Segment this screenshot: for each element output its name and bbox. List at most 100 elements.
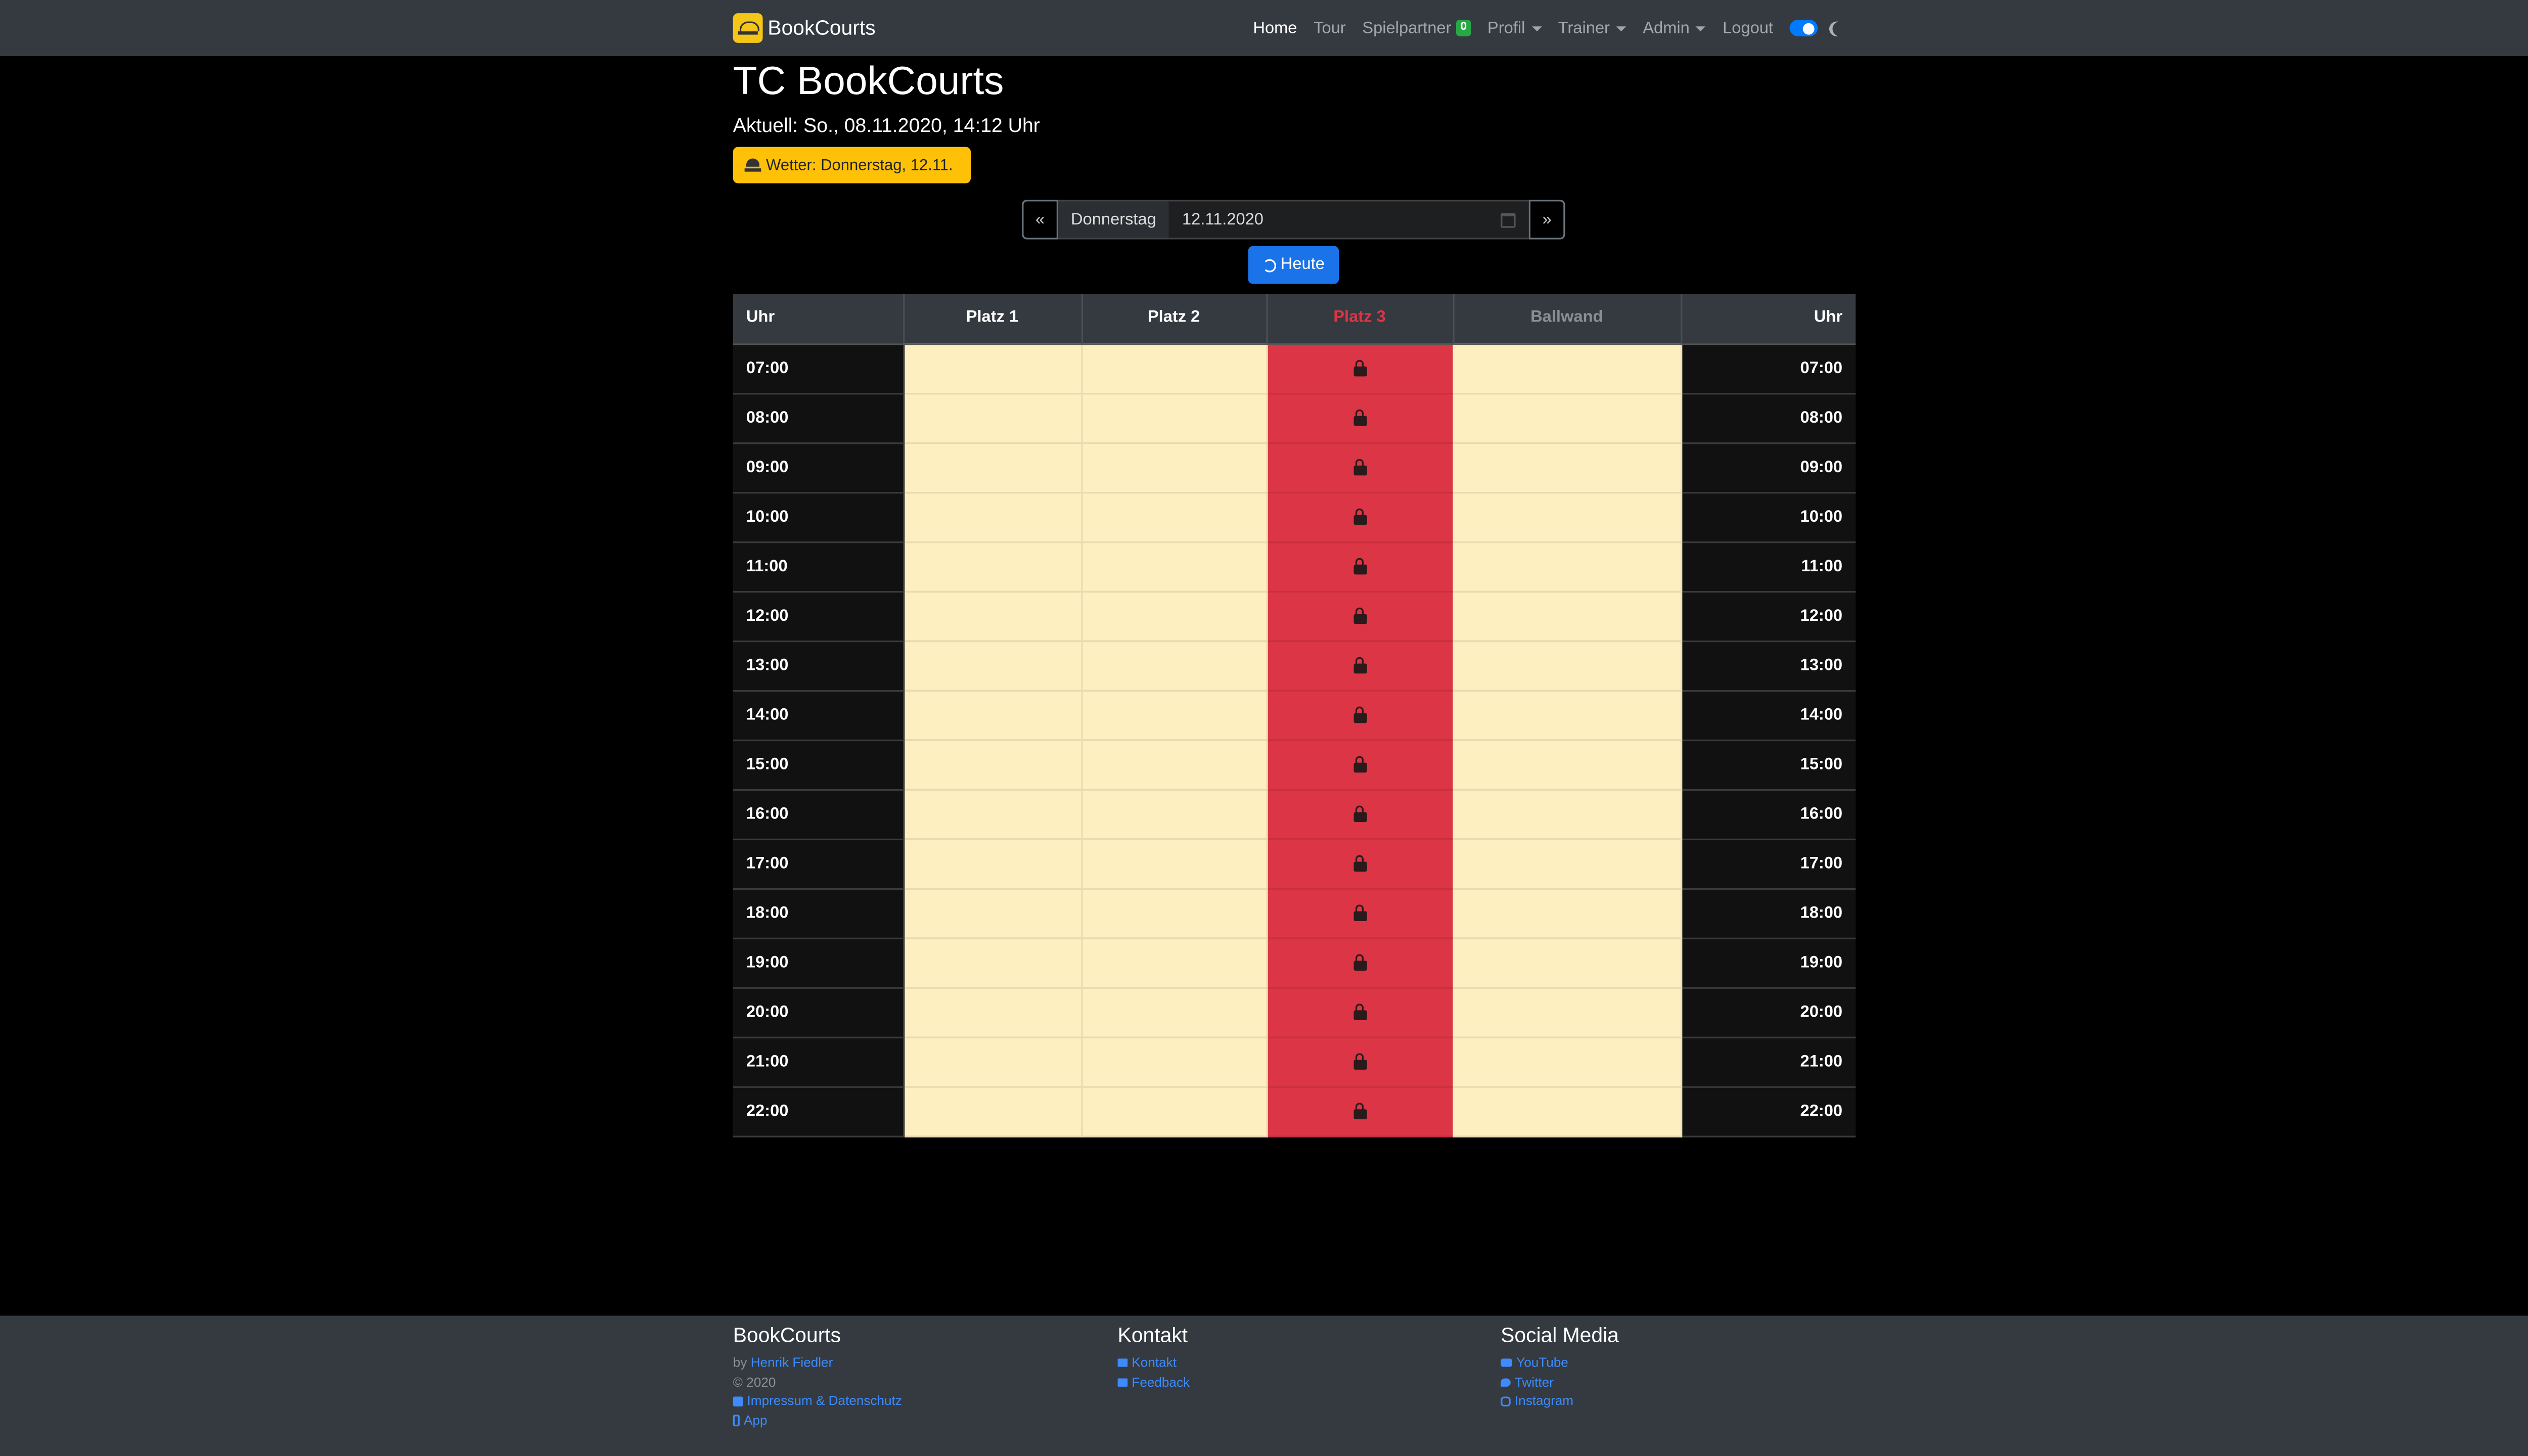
slot-ballwand[interactable]	[1453, 690, 1682, 741]
lock-icon	[1353, 657, 1367, 673]
table-row: 11:00 11:00	[733, 541, 1856, 592]
slot-platz-2[interactable]	[1081, 590, 1268, 642]
weekday-label: Donnerstag	[1058, 200, 1169, 240]
time-cell-right: 12:00	[1681, 590, 1856, 642]
slot-platz-2[interactable]	[1081, 541, 1268, 592]
lock-icon	[1353, 854, 1367, 872]
table-header-row: Uhr Platz 1 Platz 2 Platz 3 Ballwand Uhr	[733, 294, 1856, 344]
time-cell: 11:00	[733, 541, 904, 592]
slot-platz-1[interactable]	[903, 739, 1082, 790]
lock-icon	[1353, 706, 1367, 723]
slot-platz-1[interactable]	[903, 343, 1082, 394]
time-cell-right: 17:00	[1681, 838, 1856, 889]
slot-platz-2[interactable]	[1081, 393, 1268, 443]
slot-platz-1[interactable]	[903, 442, 1082, 493]
time-cell-right: 11:00	[1681, 541, 1856, 592]
slot-ballwand[interactable]	[1453, 789, 1682, 840]
time-cell-right: 18:00	[1681, 888, 1856, 939]
slot-ballwand[interactable]	[1453, 1036, 1682, 1087]
next-day-button[interactable]: »	[1528, 200, 1565, 240]
mobile-phone-icon	[733, 1414, 740, 1426]
slot-platz-2[interactable]	[1081, 838, 1268, 889]
kontakt-link[interactable]: Kontakt	[1117, 1354, 1190, 1373]
app-link-label: App	[744, 1412, 768, 1427]
nav-tour[interactable]: Tour	[1314, 19, 1346, 37]
nav-spielpartner[interactable]: Spielpartner 0	[1362, 19, 1471, 37]
prev-day-button[interactable]: «	[1022, 200, 1059, 240]
slot-platz-2[interactable]	[1081, 987, 1268, 1038]
table-row: 22:00 22:00	[733, 1086, 1856, 1137]
today-button-label: Heute	[1280, 256, 1325, 275]
table-row: 20:00 20:00	[733, 987, 1856, 1038]
slot-ballwand[interactable]	[1453, 987, 1682, 1038]
time-cell: 07:00	[733, 343, 904, 394]
navbar: BookCourts Home Tour Spielpartner 0 Profi…	[0, 0, 2528, 57]
slot-ballwand[interactable]	[1453, 442, 1682, 493]
date-input[interactable]: 12.11.2020	[1168, 200, 1529, 240]
app-link[interactable]: App	[733, 1410, 902, 1430]
slot-platz-1[interactable]	[903, 937, 1082, 988]
slot-ballwand[interactable]	[1453, 739, 1682, 790]
slot-ballwand[interactable]	[1453, 492, 1682, 542]
slot-platz-2[interactable]	[1081, 937, 1268, 988]
slot-platz-1[interactable]	[903, 640, 1082, 691]
slot-platz-1[interactable]	[903, 1086, 1082, 1137]
table-row: 17:00 17:00	[733, 838, 1856, 889]
slot-platz-2[interactable]	[1081, 343, 1268, 394]
slot-platz-3-locked	[1266, 690, 1453, 741]
dark-mode-toggle[interactable]	[1789, 20, 1817, 36]
slot-platz-2[interactable]	[1081, 739, 1268, 790]
slot-platz-2[interactable]	[1081, 492, 1268, 542]
slot-platz-1[interactable]	[903, 789, 1082, 840]
youtube-link[interactable]: YouTube	[1501, 1354, 1619, 1373]
slot-platz-1[interactable]	[903, 492, 1082, 542]
brand-link[interactable]: BookCourts	[733, 13, 876, 43]
slot-platz-1[interactable]	[903, 590, 1082, 642]
slot-ballwand[interactable]	[1453, 888, 1682, 939]
slot-platz-2[interactable]	[1081, 442, 1268, 493]
slot-platz-1[interactable]	[903, 888, 1082, 939]
nav-trainer-dropdown[interactable]: Trainer	[1558, 19, 1627, 37]
time-cell: 10:00	[733, 492, 904, 542]
nav-logout[interactable]: Logout	[1723, 19, 1773, 37]
lock-icon	[1353, 607, 1367, 624]
slot-ballwand[interactable]	[1453, 343, 1682, 394]
slot-platz-2[interactable]	[1081, 640, 1268, 691]
impressum-link[interactable]: Impressum & Datenschutz	[733, 1392, 902, 1411]
slot-ballwand[interactable]	[1453, 838, 1682, 889]
slot-ballwand[interactable]	[1453, 590, 1682, 642]
nav-admin-dropdown[interactable]: Admin	[1643, 19, 1706, 37]
calendar-icon[interactable]	[1501, 213, 1516, 228]
slot-platz-1[interactable]	[903, 690, 1082, 741]
slot-ballwand[interactable]	[1453, 640, 1682, 691]
envelope-icon	[1117, 1359, 1128, 1368]
slot-platz-2[interactable]	[1081, 1036, 1268, 1087]
slot-ballwand[interactable]	[1453, 393, 1682, 443]
twitter-link[interactable]: Twitter	[1501, 1373, 1619, 1392]
feedback-link[interactable]: Feedback	[1117, 1373, 1190, 1392]
footer-author-line: by Henrik Fiedler	[733, 1354, 902, 1373]
time-cell: 19:00	[733, 937, 904, 988]
youtube-icon	[1501, 1359, 1513, 1368]
slot-ballwand[interactable]	[1453, 937, 1682, 988]
slot-platz-1[interactable]	[903, 1036, 1082, 1087]
slot-platz-2[interactable]	[1081, 888, 1268, 939]
time-cell: 16:00	[733, 789, 904, 840]
slot-platz-1[interactable]	[903, 987, 1082, 1038]
slot-ballwand[interactable]	[1453, 1086, 1682, 1137]
slot-platz-1[interactable]	[903, 393, 1082, 443]
time-cell-right: 07:00	[1681, 343, 1856, 394]
slot-ballwand[interactable]	[1453, 541, 1682, 592]
slot-platz-2[interactable]	[1081, 690, 1268, 741]
slot-platz-1[interactable]	[903, 838, 1082, 889]
slot-platz-2[interactable]	[1081, 1086, 1268, 1137]
slot-platz-1[interactable]	[903, 541, 1082, 592]
nav-home[interactable]: Home	[1253, 19, 1297, 37]
weather-button[interactable]: Wetter: Donnerstag, 12.11.	[733, 147, 971, 184]
instagram-link[interactable]: Instagram	[1501, 1392, 1619, 1411]
lock-icon	[1353, 508, 1367, 525]
nav-profil-dropdown[interactable]: Profil	[1487, 19, 1542, 37]
slot-platz-2[interactable]	[1081, 789, 1268, 840]
author-link[interactable]: Henrik Fiedler	[751, 1354, 833, 1373]
today-button[interactable]: Heute	[1248, 246, 1339, 284]
